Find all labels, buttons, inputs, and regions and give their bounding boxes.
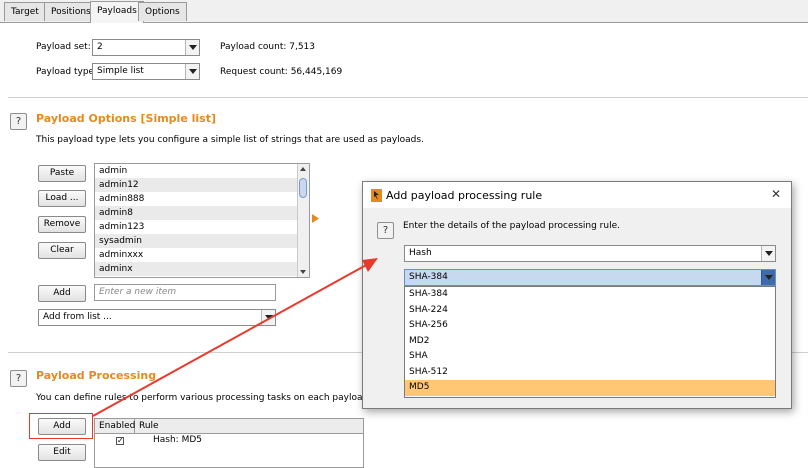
annotation-arrow — [92, 258, 378, 417]
